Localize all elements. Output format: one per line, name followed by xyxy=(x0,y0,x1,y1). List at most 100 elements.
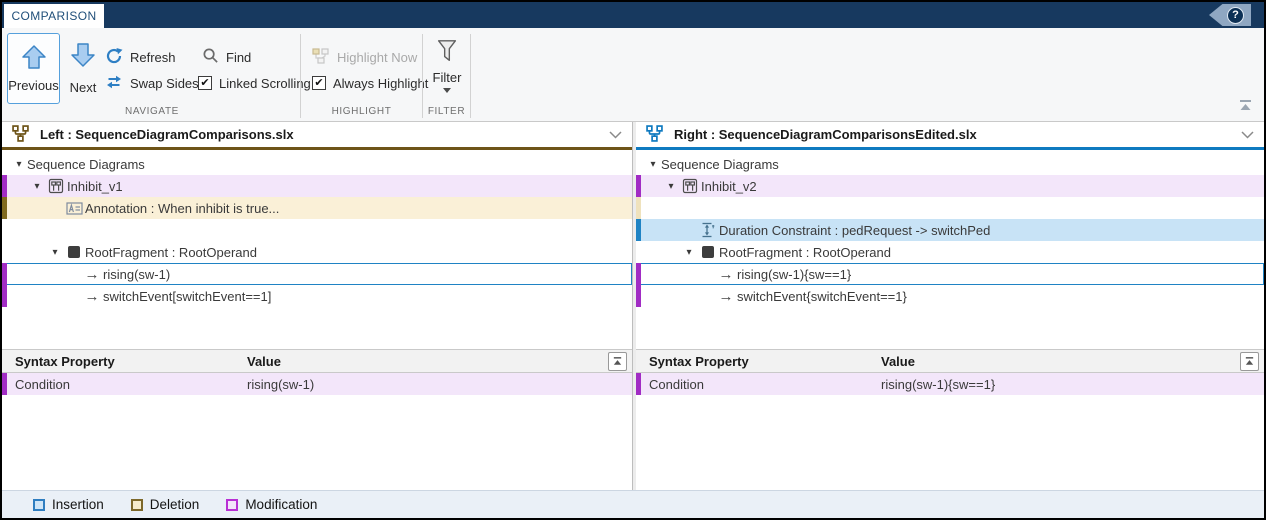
left-panel-header: Left : SequenceDiagramComparisons.slx xyxy=(2,122,632,150)
check-icon: ✔ xyxy=(200,78,209,89)
property-value: rising(sw-1) xyxy=(247,377,632,392)
caret-down-icon[interactable]: ▾ xyxy=(11,159,27,170)
highlight-now-icon xyxy=(312,47,330,68)
collapse-ribbon-button[interactable] xyxy=(1238,99,1253,117)
comparison-tool-window: COMPARISON ? Previous Next Refresh xyxy=(0,0,1266,520)
modification-bar xyxy=(636,285,641,307)
search-icon xyxy=(202,47,219,67)
tree-row-label: RootFragment : RootOperand xyxy=(85,245,257,260)
modification-swatch-icon xyxy=(226,499,238,511)
collapse-pane-button[interactable] xyxy=(1240,352,1259,371)
chevron-down-icon[interactable] xyxy=(1241,127,1254,142)
tree-row-empty xyxy=(2,219,632,241)
tree-row-label: Duration Constraint : pedRequest -> swit… xyxy=(719,223,990,238)
swap-sides-button[interactable]: Swap Sides xyxy=(105,73,199,93)
right-panel-header: Right : SequenceDiagramComparisonsEdited… xyxy=(636,122,1264,150)
caret-down-icon[interactable]: ▾ xyxy=(645,159,661,170)
left-property-table-header: Syntax Property Value xyxy=(2,349,632,373)
tree-row-rising[interactable]: → rising(sw-1){sw==1} xyxy=(636,263,1264,285)
modification-bar xyxy=(2,373,7,395)
tree-row-label: switchEvent{switchEvent==1} xyxy=(737,289,907,304)
fragment-icon xyxy=(63,244,85,260)
caret-down-icon[interactable]: ▾ xyxy=(663,181,679,192)
help-icon: ? xyxy=(1227,7,1244,24)
value-column-header: Value xyxy=(247,354,632,369)
caret-down-icon[interactable]: ▾ xyxy=(29,181,45,192)
tree-row-label: rising(sw-1){sw==1} xyxy=(737,267,851,282)
tree-row-sequence-diagrams[interactable]: ▾ Sequence Diagrams xyxy=(636,153,1264,175)
find-label: Find xyxy=(226,50,251,65)
tree-row-label: Annotation : When inhibit is true... xyxy=(85,201,279,216)
group-caption-filter: FILTER xyxy=(423,106,470,117)
help-button[interactable]: ? xyxy=(1209,4,1251,26)
next-button-label: Next xyxy=(70,80,97,95)
annotation-icon xyxy=(63,202,85,215)
left-panel: Left : SequenceDiagramComparisons.slx ▾ … xyxy=(2,122,632,490)
branch-compare-icon xyxy=(12,125,29,145)
tree-row-inhibit-v1[interactable]: ▾ Inhibit_v1 xyxy=(2,175,632,197)
deletion-swatch-icon xyxy=(131,499,143,511)
left-property-row-condition[interactable]: Condition rising(sw-1) xyxy=(2,373,632,395)
chevron-down-icon[interactable] xyxy=(609,127,622,142)
legend-insertion-label: Insertion xyxy=(52,497,104,512)
arrow-up-icon xyxy=(21,44,47,73)
caret-down-icon[interactable]: ▾ xyxy=(47,247,63,258)
find-button[interactable]: Find xyxy=(202,47,251,67)
legend-deletion-label: Deletion xyxy=(150,497,200,512)
caret-down-icon[interactable]: ▾ xyxy=(681,247,697,258)
tree-row-rising[interactable]: → rising(sw-1) xyxy=(2,263,632,285)
right-property-row-condition[interactable]: Condition rising(sw-1){sw==1} xyxy=(636,373,1264,395)
sequence-diagram-icon xyxy=(45,178,67,194)
tab-strip: COMPARISON ? xyxy=(2,2,1264,28)
group-caption-navigate: NAVIGATE xyxy=(4,106,300,117)
previous-button-label: Previous xyxy=(8,78,59,93)
legend-insertion: Insertion xyxy=(33,497,104,512)
tree-row-inhibit-v2[interactable]: ▾ Inhibit_v2 xyxy=(636,175,1264,197)
legend-deletion: Deletion xyxy=(131,497,200,512)
duration-constraint-icon xyxy=(697,222,719,238)
tree-row-label: switchEvent[switchEvent==1] xyxy=(103,289,271,304)
tab-comparison[interactable]: COMPARISON xyxy=(4,4,104,28)
tree-row-rootfragment[interactable]: ▾ RootFragment : RootOperand xyxy=(2,241,632,263)
filter-button[interactable]: Filter xyxy=(425,34,469,114)
insertion-swatch-icon xyxy=(33,499,45,511)
right-tree: ▾ Sequence Diagrams ▾ Inhibit_v2 xyxy=(636,150,1264,349)
tree-row-label: Inhibit_v1 xyxy=(67,179,123,194)
branch-compare-icon xyxy=(646,125,663,145)
legend-modification: Modification xyxy=(226,497,317,512)
sequence-diagram-icon xyxy=(679,178,701,194)
tree-row-duration-constraint[interactable]: Duration Constraint : pedRequest -> swit… xyxy=(636,219,1264,241)
next-button[interactable]: Next xyxy=(63,37,103,100)
property-name: Condition xyxy=(2,377,247,392)
checkbox-checked-icon: ✔ xyxy=(198,76,212,90)
deletion-placeholder-bar xyxy=(636,197,641,219)
tree-row-annotation[interactable]: Annotation : When inhibit is true... xyxy=(2,197,632,219)
tree-row-switchevent[interactable]: → switchEvent{switchEvent==1} xyxy=(636,285,1264,307)
tree-row-label: rising(sw-1) xyxy=(103,267,170,282)
linked-scrolling-checkbox[interactable]: ✔ Linked Scrolling xyxy=(198,73,311,93)
tree-row-switchevent[interactable]: → switchEvent[switchEvent==1] xyxy=(2,285,632,307)
diff-legend: Insertion Deletion Modification xyxy=(2,490,1264,518)
tree-row-label: Sequence Diagrams xyxy=(27,157,145,172)
property-column-header: Syntax Property xyxy=(636,354,881,369)
right-file-title: Right : SequenceDiagramComparisonsEdited… xyxy=(674,127,977,142)
right-panel: Right : SequenceDiagramComparisonsEdited… xyxy=(636,122,1264,490)
tab-comparison-label: COMPARISON xyxy=(11,9,96,23)
legend-modification-label: Modification xyxy=(245,497,317,512)
highlight-now-button: Highlight Now xyxy=(312,47,417,67)
previous-button[interactable]: Previous xyxy=(7,33,60,104)
tree-row-label: RootFragment : RootOperand xyxy=(719,245,891,260)
message-arrow-icon: → xyxy=(715,288,737,305)
check-icon: ✔ xyxy=(314,78,323,89)
refresh-icon xyxy=(105,47,123,68)
swap-icon xyxy=(105,73,123,94)
tree-row-sequence-diagrams[interactable]: ▾ Sequence Diagrams xyxy=(2,153,632,175)
comparison-panels: Left : SequenceDiagramComparisons.slx ▾ … xyxy=(2,122,1264,490)
collapse-pane-button[interactable] xyxy=(608,352,627,371)
chevron-down-icon xyxy=(443,88,451,93)
left-file-title: Left : SequenceDiagramComparisons.slx xyxy=(40,127,294,142)
tree-row-rootfragment[interactable]: ▾ RootFragment : RootOperand xyxy=(636,241,1264,263)
modification-bar xyxy=(2,175,7,197)
always-highlight-checkbox[interactable]: ✔ Always Highlight xyxy=(312,73,428,93)
refresh-button[interactable]: Refresh xyxy=(105,47,176,67)
